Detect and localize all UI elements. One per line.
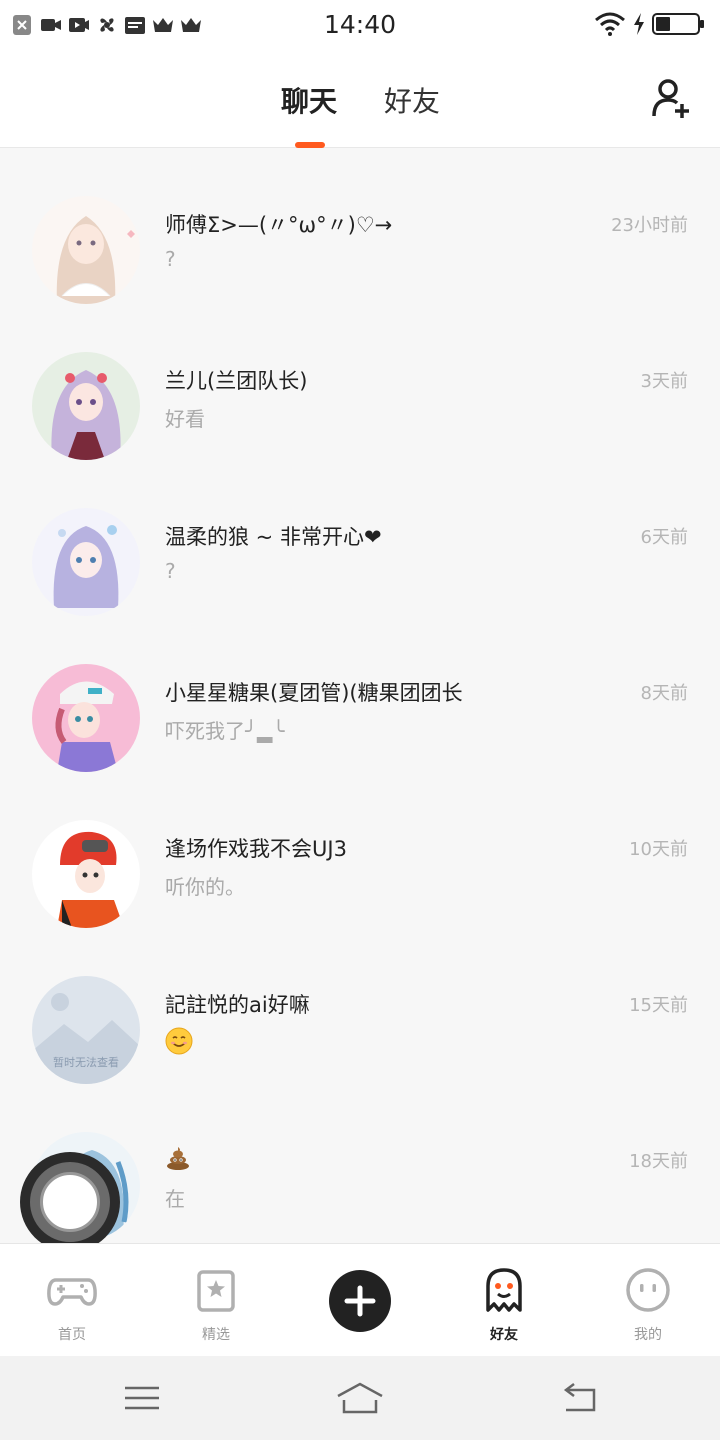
smile-emoji-icon <box>165 1027 193 1055</box>
floating-assistive-button[interactable] <box>20 1152 120 1252</box>
home-icon[interactable] <box>336 1380 384 1416</box>
chat-row[interactable]: 温柔的狼 ~ 非常开心❤ 6天前 ? <box>0 461 720 617</box>
chat-time: 15天前 <box>629 995 688 1016</box>
chat-name: 温柔的狼 ~ 非常开心❤ <box>165 525 382 549</box>
avatar[interactable] <box>32 508 140 616</box>
chat-list[interactable]: 师傅Σ>—(〃°ω°〃)♡→ 23小时前 ? 兰儿(兰团队长) 3天前 好看 温… <box>0 149 720 1243</box>
create-post-button[interactable] <box>329 1270 391 1332</box>
nav-friends[interactable]: 好友 <box>444 1266 564 1354</box>
menu-icon[interactable] <box>122 1380 162 1416</box>
chat-time: 18天前 <box>629 1151 688 1172</box>
chat-last-message: 吓死我了╯▂╰ <box>165 719 285 743</box>
chat-last-message <box>165 1027 193 1055</box>
avatar[interactable]: 暂时无法查看 <box>32 976 140 1084</box>
avatar[interactable] <box>32 196 140 304</box>
chat-name: 师傅Σ>—(〃°ω°〃)♡→ <box>165 213 393 237</box>
nav-featured-label: 精选 <box>202 1327 230 1343</box>
active-tab-indicator <box>295 142 325 148</box>
system-nav-bar <box>0 1356 720 1440</box>
chat-row[interactable]: 逢场作戏我不会UJ3 10天前 听你的。 <box>0 773 720 929</box>
chat-last-message: 好看 <box>165 407 205 431</box>
chat-name: 逢场作戏我不会UJ3 <box>165 837 347 861</box>
bottom-nav: 首页 精选 好友 我的 <box>0 1243 720 1356</box>
nav-home[interactable]: 首页 <box>12 1266 132 1344</box>
chat-last-message: ? <box>165 247 176 271</box>
battery-icon <box>652 13 704 35</box>
chat-last-message: 在 <box>165 1187 185 1211</box>
chat-time: 3天前 <box>640 371 688 392</box>
active-nav-underline <box>483 1344 525 1354</box>
avatar[interactable] <box>32 352 140 460</box>
chat-row[interactable]: 师傅Σ>—(〃°ω°〃)♡→ 23小时前 ? <box>0 149 720 305</box>
chat-time: 8天前 <box>640 683 688 704</box>
plus-icon <box>344 1285 376 1317</box>
chat-row[interactable]: 暂时无法查看 記註悦的ai好嘛 15天前 <box>0 929 720 1085</box>
avatar-unavailable-text: 暂时无法查看 <box>53 1055 119 1069</box>
face-icon <box>626 1268 670 1312</box>
avatar[interactable] <box>32 820 140 928</box>
chat-name: 小星星糖果(夏团管)(糖果团团长 <box>165 681 463 705</box>
chat-time: 10天前 <box>629 839 688 860</box>
status-icons-right <box>594 12 706 36</box>
chat-name: 記註悦的ai好嘛 <box>165 993 310 1017</box>
nav-me[interactable]: 我的 <box>588 1266 708 1344</box>
chat-row[interactable]: 小星星糖果(夏团管)(糖果团团长 8天前 吓死我了╯▂╰ <box>0 617 720 773</box>
chat-name <box>165 1145 191 1171</box>
nav-me-label: 我的 <box>634 1327 662 1343</box>
poop-emoji-icon <box>167 1147 189 1170</box>
nav-home-label: 首页 <box>58 1327 86 1343</box>
chat-time: 6天前 <box>640 527 688 548</box>
avatar[interactable] <box>32 664 140 772</box>
ghost-icon <box>486 1268 522 1312</box>
tab-chat[interactable]: 聊天 <box>281 80 337 120</box>
tab-friends[interactable]: 好友 <box>384 80 440 120</box>
wifi-icon <box>595 12 625 36</box>
back-icon[interactable] <box>560 1380 600 1416</box>
chat-time: 23小时前 <box>611 215 688 236</box>
chat-header: 聊天 好友 <box>0 52 720 148</box>
chat-last-message: ? <box>165 559 176 583</box>
chat-name: 兰儿(兰团队长) <box>165 369 308 393</box>
chat-row[interactable]: 兰儿(兰团队长) 3天前 好看 <box>0 305 720 461</box>
star-bookmark-icon <box>197 1270 235 1312</box>
chat-last-message: 听你的。 <box>165 875 245 899</box>
add-user-icon[interactable] <box>650 76 694 120</box>
charging-icon <box>634 13 644 35</box>
nav-featured[interactable]: 精选 <box>156 1266 276 1344</box>
status-bar: 14:40 <box>0 0 720 52</box>
gamepad-icon <box>47 1278 97 1306</box>
nav-friends-label: 好友 <box>490 1327 518 1343</box>
